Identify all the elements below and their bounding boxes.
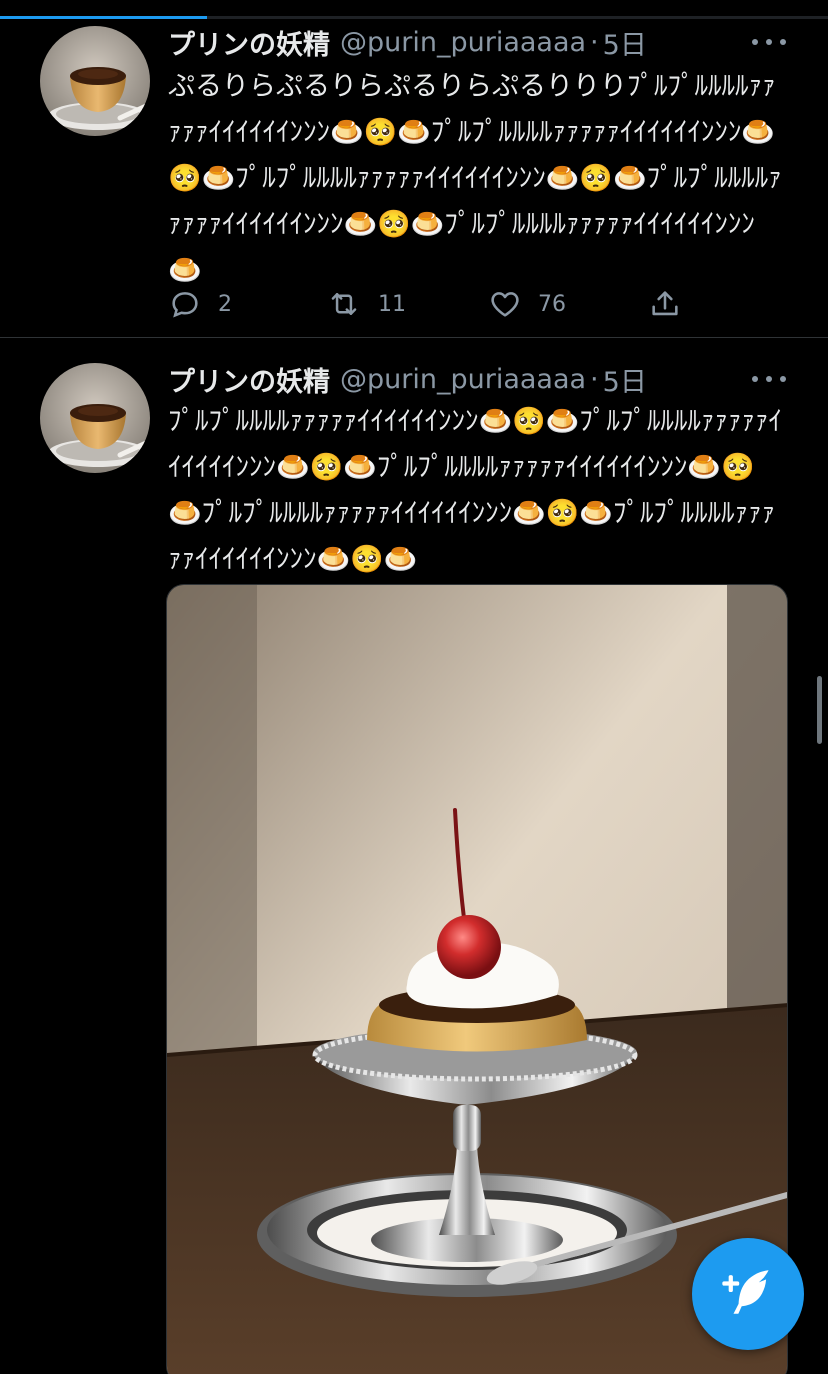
separator-dot: · (590, 363, 599, 395)
author-name[interactable]: プリンの妖精 (168, 360, 330, 399)
compose-icon (719, 1263, 777, 1325)
more-icon[interactable] (752, 32, 786, 52)
separator-dot: · (590, 26, 599, 58)
tweet-header: プリンの妖精 @purin_puriaaaaa · 5日 (168, 22, 647, 62)
timestamp[interactable]: 5日 (603, 360, 647, 399)
like-count: 76 (538, 291, 566, 317)
tweet-photo[interactable] (166, 584, 788, 1374)
scrollbar-thumb[interactable] (817, 676, 822, 744)
share-button[interactable] (648, 284, 682, 324)
tweet-text: ﾌﾟﾙﾌﾟﾙﾙﾙﾙｧｧｧｧｧｲｲｲｲｲｲﾝﾝﾝ🍮🥺🍮ﾌﾟﾙﾌﾟﾙﾙﾙﾙｧｧｧｧｧ… (168, 406, 782, 575)
retweet-icon (326, 287, 362, 321)
retweet-button[interactable]: 11 (326, 284, 406, 324)
reply-button[interactable]: 2 (168, 284, 232, 324)
retweet-count: 11 (378, 291, 406, 317)
loading-progress-fill (0, 16, 207, 19)
share-icon (648, 287, 682, 321)
compose-tweet-button[interactable] (692, 1238, 804, 1350)
tweet[interactable]: プリンの妖精 @purin_puriaaaaa · 5日 ﾌﾟﾙﾌﾟﾙﾙﾙﾙｧｧ… (0, 339, 828, 1374)
author-handle[interactable]: @purin_puriaaaaa (340, 27, 586, 58)
loading-progress-bar (0, 16, 828, 19)
tweet-actions: 2 11 76 (168, 284, 688, 324)
heart-icon (488, 287, 522, 321)
tweet[interactable]: プリンの妖精 @purin_puriaaaaa · 5日 ぷるりらぷるりらぷるり… (0, 20, 828, 338)
more-icon[interactable] (752, 369, 786, 389)
timestamp[interactable]: 5日 (603, 23, 647, 62)
reply-icon (168, 287, 202, 321)
tweet-text: ぷるりらぷるりらぷるりらぷるりりりﾌﾟﾙﾌﾟﾙﾙﾙﾙｧｧｧｧｧｲｲｲｲｲｲﾝﾝﾝ… (168, 71, 782, 286)
tweet-header: プリンの妖精 @purin_puriaaaaa · 5日 (168, 359, 647, 399)
avatar[interactable] (40, 363, 150, 473)
author-name[interactable]: プリンの妖精 (168, 23, 330, 62)
author-handle[interactable]: @purin_puriaaaaa (340, 364, 586, 395)
avatar[interactable] (40, 26, 150, 136)
reply-count: 2 (218, 291, 232, 317)
like-button[interactable]: 76 (488, 284, 566, 324)
